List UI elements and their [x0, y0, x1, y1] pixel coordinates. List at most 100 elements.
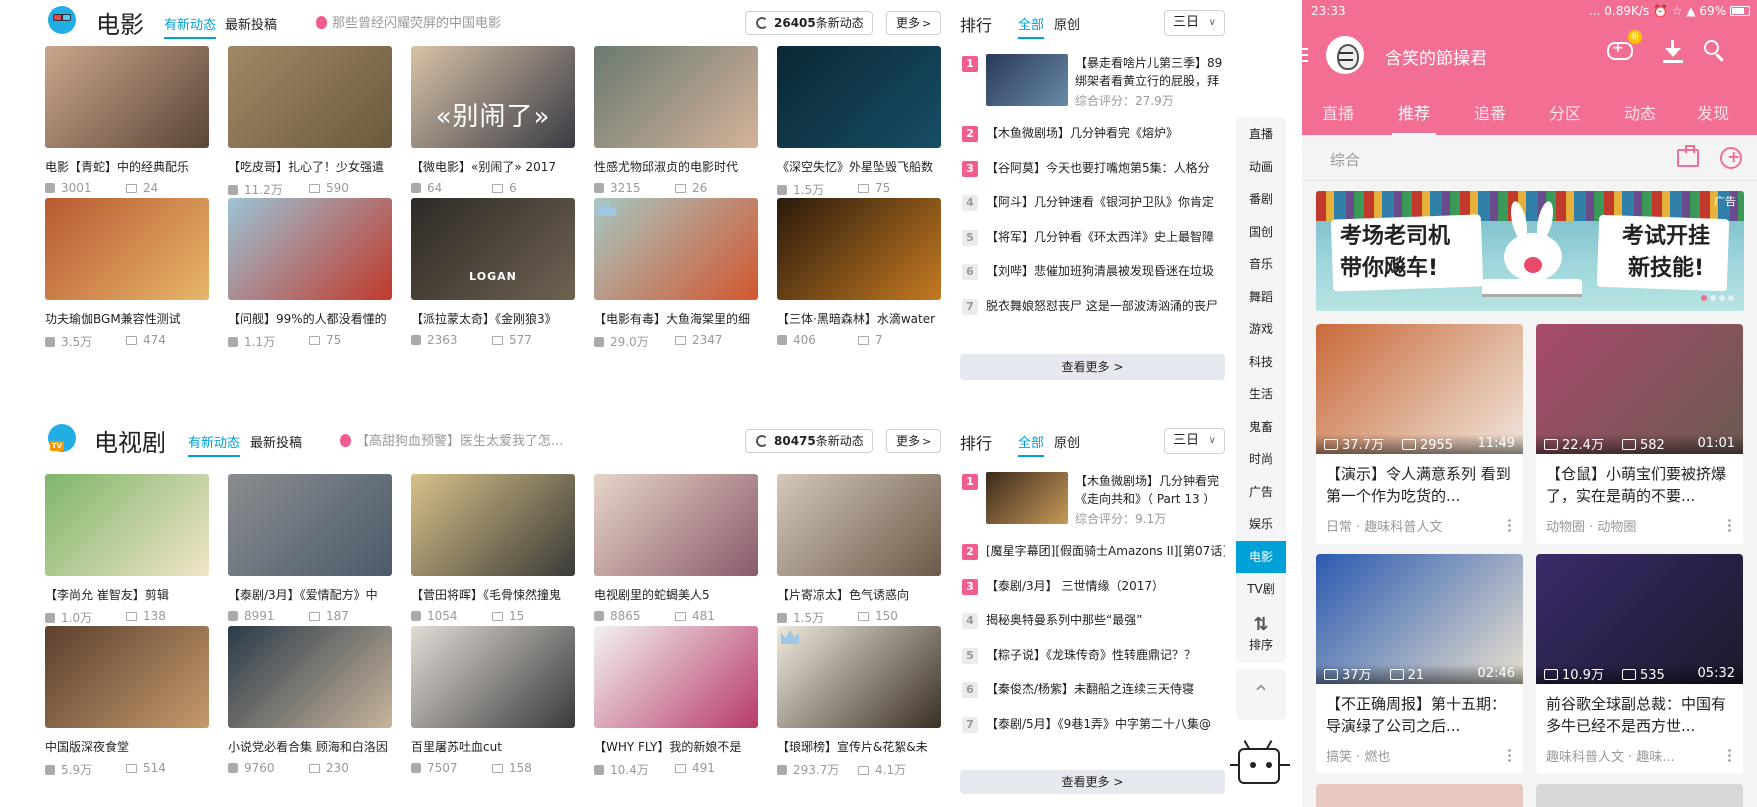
rank-item[interactable]: 4 揭秘奥特曼系列中那些“最强”	[960, 611, 1225, 641]
video-title[interactable]: 电视剧里的蛇蝎美人5	[594, 586, 758, 603]
rank-item[interactable]: 5 【将军】几分钟看《环太西洋》史上最智障	[960, 228, 1225, 258]
video-title[interactable]: 【李尚允 崔智友】剪辑	[45, 586, 209, 603]
video-thumbnail[interactable]	[594, 198, 758, 300]
rank-item[interactable]: 7 【泰剧/5月】《9巷1弄》中字第二十八集@	[960, 715, 1225, 745]
video-thumbnail[interactable]	[228, 198, 392, 300]
video-thumbnail[interactable]: LOGAN	[411, 198, 575, 300]
video-title[interactable]: 性感尤物邱淑贞的电影时代	[594, 158, 758, 175]
more-options-icon[interactable]	[1728, 748, 1731, 762]
rank-tab-all[interactable]: 全部	[1018, 14, 1045, 39]
video-title[interactable]: 百里屠苏吐血cut	[411, 738, 575, 755]
video-card[interactable]: 【三体·黑暗森林】水滴water 406 7	[777, 198, 941, 358]
download-icon[interactable]	[1662, 38, 1684, 64]
sidenav-item[interactable]: 舞蹈	[1236, 281, 1286, 313]
rank-item[interactable]: 2 [魔星字幕团][假面骑士Amazons II][第07话]	[960, 542, 1225, 572]
tab-new-activity[interactable]: 有新动态	[188, 432, 241, 457]
feed-card[interactable]: 10.9万 535 05:32 前谷歌全球副总裁：中国有多牛已经不是西方世... 趣味科…	[1536, 554, 1743, 774]
sidenav-item[interactable]: 电影	[1236, 540, 1286, 573]
sidenav-item[interactable]: 时尚	[1236, 443, 1286, 475]
feed-thumbnail[interactable]: 22.4万 582 01:01	[1536, 324, 1743, 454]
video-card[interactable]: 电视剧里的蛇蝎美人5 8865 481	[594, 474, 758, 634]
video-title[interactable]: 【三体·黑暗森林】水滴water	[777, 310, 941, 327]
video-thumbnail[interactable]	[45, 474, 209, 576]
video-card[interactable]: 【李尚允 崔智友】剪辑 1.0万 138	[45, 474, 209, 634]
more-button[interactable]: 更多 >	[886, 11, 941, 35]
video-card[interactable]: 性感尤物邱淑贞的电影时代 3215 26	[594, 46, 758, 206]
video-card[interactable]: 【泰剧/3月】《爱情配方》中 8991 187	[228, 474, 392, 634]
video-card[interactable]: «别闹了» 【微电影】«别闹了» 2017 64 6	[411, 46, 575, 206]
video-thumbnail[interactable]	[594, 474, 758, 576]
video-title[interactable]: 功夫瑜伽BGM兼容性测试	[45, 310, 209, 327]
rank-item[interactable]: 6 【秦俊杰/杨紫】未翻船之连续三天侍寝	[960, 680, 1225, 710]
feed-title[interactable]: 【演示】令人满意系列 看到第一个作为吃货的...	[1326, 463, 1516, 507]
sidenav-item[interactable]: 生活	[1236, 378, 1286, 410]
video-thumbnail[interactable]	[228, 626, 392, 728]
video-thumbnail[interactable]	[45, 198, 209, 300]
tab-latest-uploads[interactable]: 最新投稿	[250, 432, 302, 451]
video-card[interactable]: 【菅田将晖】《毛骨悚然撞鬼 1054 15	[411, 474, 575, 634]
more-options-icon[interactable]	[1728, 518, 1731, 532]
feed-title[interactable]: 前谷歌全球副总裁：中国有多牛已经不是西方世...	[1546, 693, 1736, 737]
rank-item[interactable]: 3 【泰剧/3月】 三世情缘（2017）	[960, 577, 1225, 607]
rank-item[interactable]: 7 脱衣舞娘怒怼丧尸 这是一部波涛汹涌的丧尸	[960, 297, 1225, 327]
sidenav-item[interactable]: 游戏	[1236, 313, 1286, 345]
video-thumbnail[interactable]	[45, 626, 209, 728]
sidenav-item[interactable]: 娱乐	[1236, 508, 1286, 540]
rank-more-button[interactable]: 查看更多 >	[960, 354, 1225, 380]
video-card[interactable]: 【琅琊榜】宣传片&花絮&未 293.7万 4.1万	[777, 626, 941, 786]
mobile-tab[interactable]: 动态	[1624, 100, 1656, 124]
feed-card[interactable]: 37.7万 2955 11:49 【演示】令人满意系列 看到第一个作为吃货的... 日常…	[1316, 324, 1523, 544]
rank-item[interactable]: 4 【阿斗】几分钟速看《银河护卫队》你肯定	[960, 193, 1225, 223]
video-thumbnail[interactable]	[594, 46, 758, 148]
video-thumbnail[interactable]	[411, 626, 575, 728]
video-title[interactable]: 【泰剧/3月】《爱情配方》中	[228, 586, 392, 603]
mobile-tab[interactable]: 推荐	[1391, 100, 1437, 136]
rank-period-select[interactable]: 三日 ∨	[1164, 428, 1225, 454]
add-category-icon[interactable]	[1720, 147, 1742, 169]
rank-top-item[interactable]: 1 【木鱼微剧场】几分钟看完《走向共和》（ Part 13 ）二 综合评分：9.…	[960, 472, 1225, 528]
sidenav-item[interactable]: 番剧	[1236, 183, 1286, 215]
feed-thumbnail[interactable]: 37.7万 2955 11:49	[1316, 324, 1523, 454]
tab-latest-uploads[interactable]: 最新投稿	[225, 14, 277, 33]
video-thumbnail[interactable]	[45, 46, 209, 148]
video-card[interactable]: 【片寄凉太】色气诱惑向 1.5万 150	[777, 474, 941, 634]
video-card[interactable]: 【问舰】99%的人都没看懂的 1.1万 75	[228, 198, 392, 358]
video-title[interactable]: 【菅田将晖】《毛骨悚然撞鬼	[411, 586, 575, 603]
rank-tab-all[interactable]: 全部	[1018, 432, 1045, 457]
rank-top-item[interactable]: 1 【暴走看啥片儿第三季】89 绑架者看黄立行的屁股，拜 综合评分：27.9万	[960, 54, 1225, 110]
video-title[interactable]: 【问舰】99%的人都没看懂的	[228, 310, 392, 327]
video-thumbnail[interactable]	[228, 474, 392, 576]
more-options-icon[interactable]	[1508, 518, 1511, 532]
avatar[interactable]	[1326, 36, 1364, 74]
sidenav-item[interactable]: 鬼畜	[1236, 411, 1286, 443]
video-title[interactable]: 中国版深夜食堂	[45, 738, 209, 755]
ranking-icon[interactable]	[1677, 145, 1699, 167]
video-thumbnail[interactable]	[411, 474, 575, 576]
video-card[interactable]: LOGAN 【派拉蒙太奇】《金刚狼3》 2363 577	[411, 198, 575, 358]
video-title[interactable]: 【电影有毒】大鱼海棠里的细	[594, 310, 758, 327]
video-thumbnail[interactable]	[594, 626, 758, 728]
feed-card-partial[interactable]	[1316, 784, 1523, 807]
feed-thumbnail[interactable]: 10.9万 535 05:32	[1536, 554, 1743, 684]
video-card[interactable]: 小说党必看合集 顾海和白洛因 9760 230	[228, 626, 392, 786]
ad-banner[interactable]: 考场老司机 带你飚车! 考试开挂 新技能! 广告	[1316, 191, 1744, 311]
sidenav-item[interactable]: 直播	[1236, 118, 1286, 150]
video-card[interactable]: 中国版深夜食堂 5.9万 514	[45, 626, 209, 786]
more-options-icon[interactable]	[1508, 748, 1511, 762]
tab-new-activity[interactable]: 有新动态	[164, 14, 217, 39]
menu-icon[interactable]	[1302, 48, 1308, 62]
feed-thumbnail[interactable]: 37万 21 02:46	[1316, 554, 1523, 684]
feed-card[interactable]: 22.4万 582 01:01 【仓鼠】小萌宝们要被挤爆了，实在是萌的不要... 动物圈…	[1536, 324, 1743, 544]
rank-period-select[interactable]: 三日 ∨	[1164, 10, 1225, 36]
carousel-dots[interactable]	[1698, 286, 1734, 305]
sidenav-item[interactable]: 科技	[1236, 346, 1286, 378]
video-title[interactable]: 【派拉蒙太奇】《金刚狼3》	[411, 310, 575, 327]
rank-tab-original[interactable]: 原创	[1054, 14, 1080, 33]
feed-title[interactable]: 【不正确周报】第十五期：导演绿了公司之后...	[1326, 693, 1516, 737]
video-thumbnail[interactable]	[777, 626, 941, 728]
new-activity-button[interactable]: 80475条新动态	[745, 429, 873, 453]
mobile-tab[interactable]: 分区	[1549, 100, 1581, 124]
rank-item[interactable]: 3 【谷阿莫】今天也要打嘴炮第5集：人格分	[960, 159, 1225, 189]
sidenav-item[interactable]: 广告	[1236, 476, 1286, 508]
rank-item[interactable]: 5 【粽子说】《龙珠传奇》性转鹿鼎记？？	[960, 646, 1225, 676]
